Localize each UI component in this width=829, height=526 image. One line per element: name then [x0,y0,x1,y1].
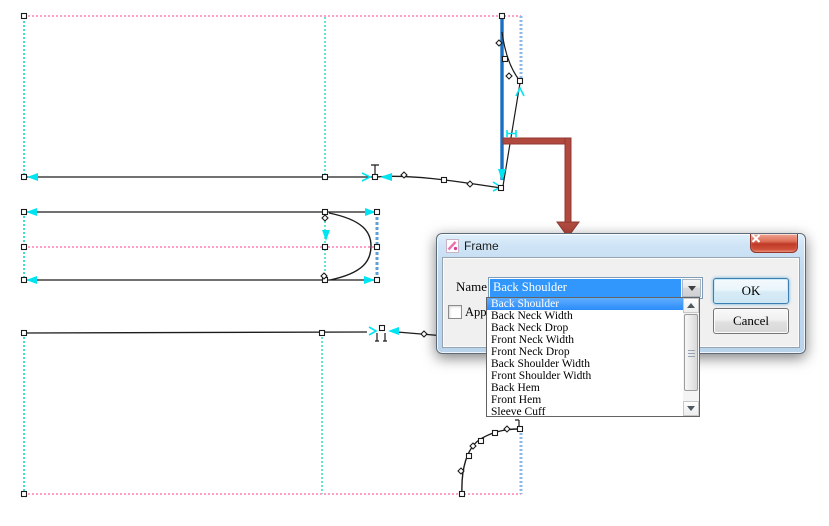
list-item[interactable]: Back Neck Drop [487,322,683,334]
cancel-button[interactable]: Cancel [713,308,789,334]
list-item[interactable]: Sleeve Cuff [487,406,683,418]
scroll-down-button[interactable] [683,401,699,416]
frame-dialog-icon [446,239,459,253]
name-dropdown-list: Back Shoulder Back Neck Width Back Neck … [486,297,700,417]
list-item[interactable]: Front Shoulder Width [487,370,683,382]
list-item[interactable]: Back Shoulder Width [487,358,683,370]
list-item[interactable]: Front Neck Drop [487,346,683,358]
scrollbar-thumb[interactable] [684,314,698,391]
list-item[interactable]: Back Neck Width [487,310,683,322]
apply-checkbox[interactable] [448,305,462,319]
combobox-value: Back Shoulder [490,279,681,297]
triangle-down-icon [687,406,695,411]
dropdown-items: Back Shoulder Back Neck Width Back Neck … [487,298,683,418]
apply-checkbox-label: App [465,305,487,320]
dropdown-scrollbar[interactable] [683,298,699,416]
pattern-piece-back[interactable] [24,15,521,188]
triangle-up-icon [687,303,695,308]
pattern-piece-front[interactable] [24,332,521,494]
annotation-arrow [503,138,579,237]
list-item[interactable]: Back Hem [487,382,683,394]
dialog-titlebar[interactable]: Frame [437,234,805,257]
close-icon [751,234,761,243]
dialog-title: Frame [464,239,499,253]
combobox-dropdown-button[interactable] [682,279,701,297]
name-label: Name: [456,279,491,295]
chevron-down-icon [688,286,696,291]
ok-button[interactable]: OK [713,278,789,304]
list-item[interactable]: Back Shoulder [487,298,683,310]
scrollbar-gripper-icon [688,350,695,357]
name-combobox[interactable]: Back Shoulder [488,277,703,299]
list-item[interactable]: Front Neck Width [487,334,683,346]
scroll-up-button[interactable] [683,298,699,313]
list-item[interactable]: Front Hem [487,394,683,406]
close-button[interactable] [750,234,798,253]
